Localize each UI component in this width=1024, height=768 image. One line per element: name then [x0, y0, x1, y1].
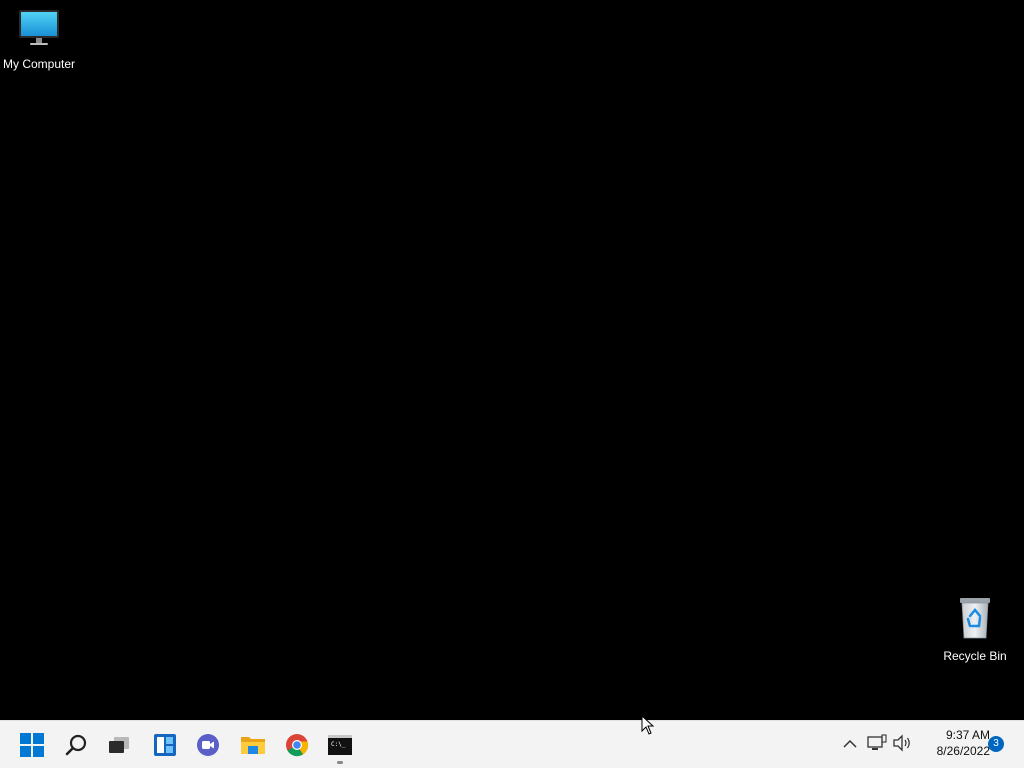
recycle-bin-icon	[955, 596, 995, 645]
command-prompt-button[interactable]: C:\_	[320, 725, 360, 765]
volume-button[interactable]	[891, 733, 913, 757]
chrome-button[interactable]	[277, 725, 317, 765]
folder-icon	[240, 733, 266, 757]
start-button[interactable]	[12, 725, 52, 765]
clock[interactable]: 9:37 AM 8/26/2022	[916, 727, 990, 759]
desktop-icon-label: Recycle Bin	[943, 649, 1007, 663]
file-explorer-button[interactable]	[233, 725, 273, 765]
svg-text:C:\_: C:\_	[331, 741, 346, 748]
speaker-icon	[892, 733, 912, 757]
running-indicator	[337, 761, 343, 764]
terminal-icon: C:\_	[328, 734, 352, 756]
notification-badge[interactable]: 3	[988, 736, 1004, 752]
network-button[interactable]	[866, 733, 888, 757]
search-icon	[64, 733, 88, 757]
monitor-icon	[17, 8, 61, 53]
network-icon	[867, 733, 887, 757]
desktop[interactable]: My Computer Recycle Bin	[0, 0, 1024, 720]
task-view-button[interactable]	[99, 725, 139, 765]
desktop-icon-recycle-bin[interactable]: Recycle Bin	[935, 596, 1015, 663]
chat-icon	[196, 733, 220, 757]
chrome-icon	[285, 733, 309, 757]
task-view-icon	[107, 733, 131, 757]
clock-time: 9:37 AM	[945, 728, 990, 742]
chevron-up-icon	[843, 736, 857, 754]
search-button[interactable]	[56, 725, 96, 765]
taskbar: C:\_ 9:37 AM 8/26/2022	[0, 720, 1024, 768]
mouse-pointer-icon	[641, 714, 655, 740]
show-hidden-icons-button[interactable]	[839, 733, 861, 757]
widgets-button[interactable]	[145, 725, 185, 765]
desktop-icon-my-computer[interactable]: My Computer	[0, 8, 79, 71]
widgets-icon	[153, 733, 177, 757]
desktop-icon-label: My Computer	[2, 57, 76, 71]
clock-date: 8/26/2022	[936, 744, 990, 758]
windows-start-icon	[20, 733, 44, 757]
chat-button[interactable]	[188, 725, 228, 765]
